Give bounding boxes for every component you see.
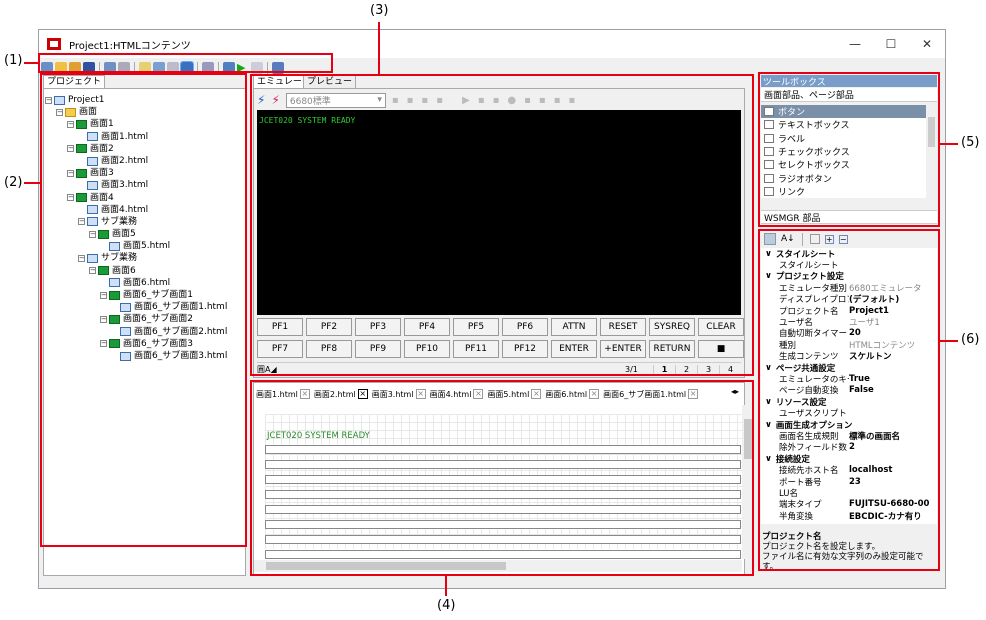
- highlight-toolbox: [758, 72, 940, 227]
- callout-5: (5): [961, 135, 980, 150]
- callout-1: (1): [4, 53, 23, 68]
- highlight-properties: [758, 229, 940, 571]
- close-button[interactable]: ✕: [909, 37, 945, 51]
- callout-4: (4): [437, 598, 456, 613]
- window-title: Project1:HTMLコンテンツ: [69, 40, 191, 52]
- highlight-project-tree: [40, 73, 247, 547]
- highlight-editor: [250, 380, 754, 576]
- maximize-button[interactable]: ☐: [873, 37, 909, 51]
- highlight-emulator: [250, 74, 754, 376]
- callout-3: (3): [370, 3, 389, 18]
- app-icon: [47, 38, 61, 50]
- callout-6: (6): [961, 332, 980, 347]
- highlight-toolbar: [38, 53, 333, 73]
- callout-2: (2): [4, 175, 23, 190]
- minimize-button[interactable]: —: [837, 37, 873, 51]
